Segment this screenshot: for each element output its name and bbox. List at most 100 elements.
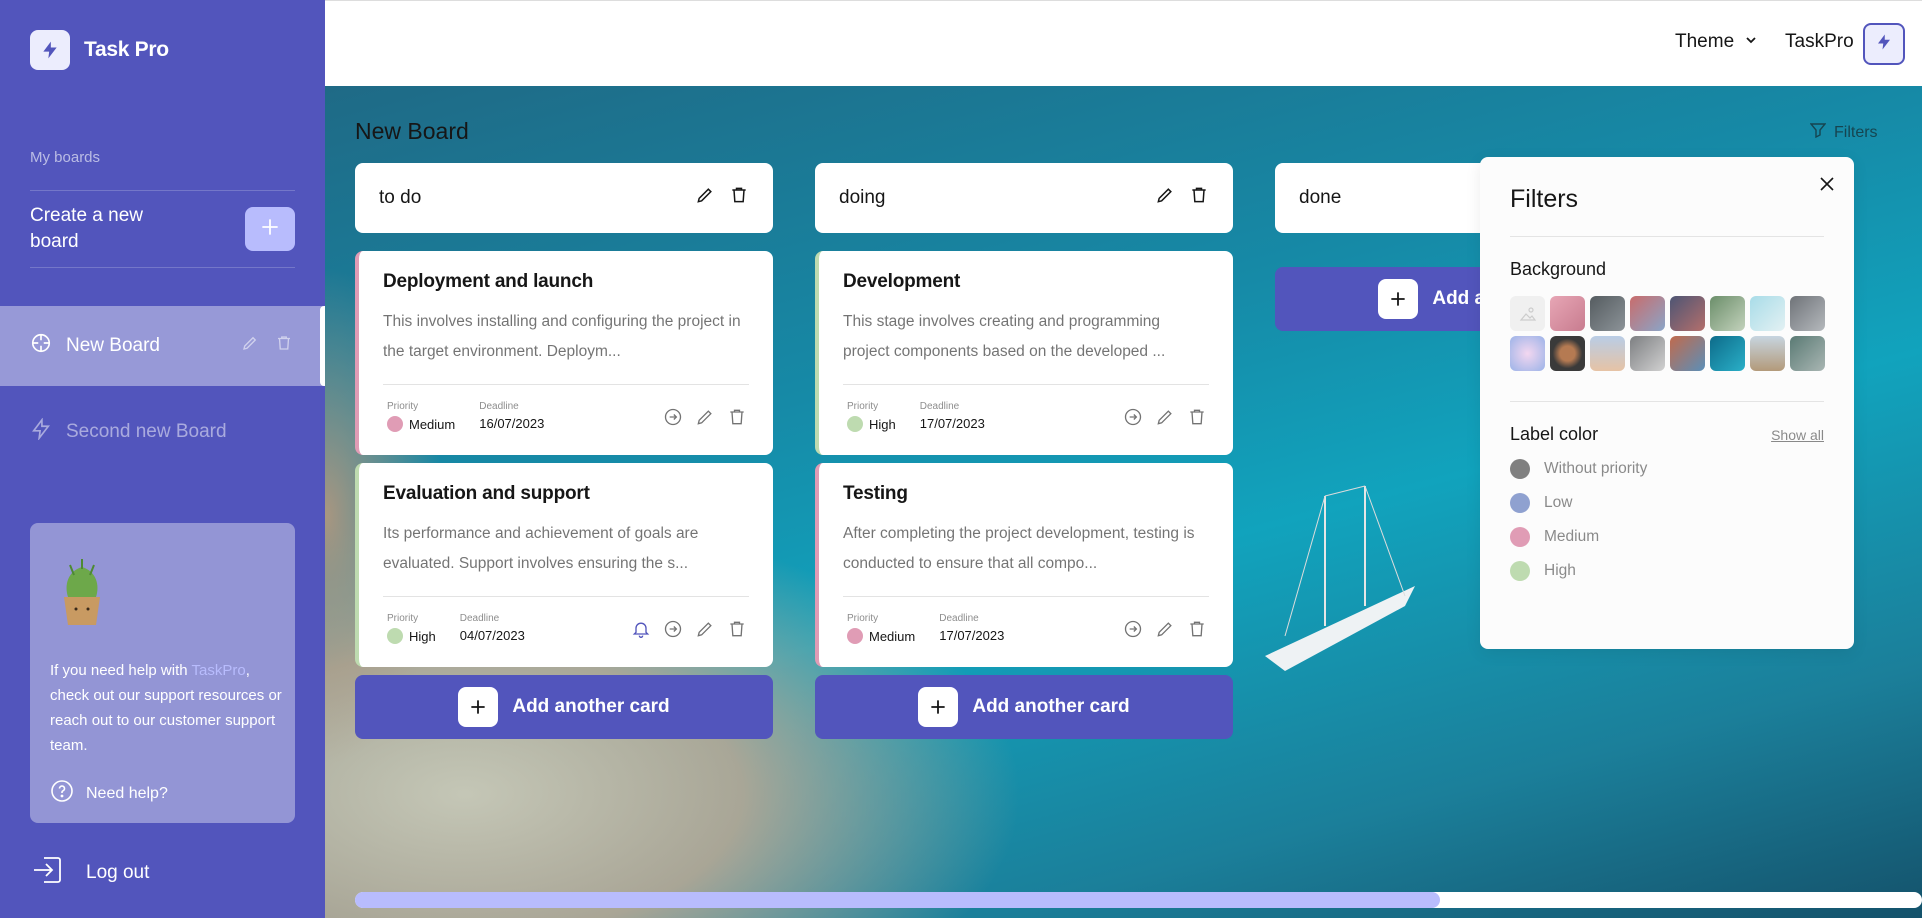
priority-dot — [387, 628, 403, 644]
background-option[interactable] — [1670, 296, 1705, 331]
filter-option-without-priority[interactable]: Without priority — [1510, 459, 1824, 479]
filter-option-label: Medium — [1544, 528, 1600, 545]
pencil-icon[interactable] — [1155, 407, 1175, 432]
user-name: TaskPro — [1785, 31, 1854, 52]
task-card[interactable]: Deployment and launch This involves inst… — [355, 251, 773, 455]
background-option[interactable] — [1550, 296, 1585, 331]
trash-icon[interactable] — [727, 619, 747, 644]
deadline-label: Deadline — [939, 613, 979, 624]
pencil-icon[interactable] — [695, 407, 715, 432]
show-all-link[interactable]: Show all — [1771, 427, 1824, 443]
filters-label: Filters — [1834, 123, 1878, 141]
card-divider — [383, 596, 749, 597]
create-board-button[interactable] — [245, 207, 295, 251]
deadline-value: 17/07/2023 — [939, 628, 1005, 643]
taskpro-link[interactable]: TaskPro — [192, 662, 246, 679]
bell-icon[interactable] — [631, 619, 651, 644]
deadline-label: Deadline — [459, 613, 500, 624]
plus-icon — [1378, 279, 1419, 319]
close-icon[interactable] — [1818, 175, 1836, 198]
pencil-icon[interactable] — [241, 334, 259, 358]
priority-dot — [387, 416, 403, 432]
need-help-button[interactable]: Need help? — [50, 779, 168, 808]
radio-dot — [1510, 527, 1530, 547]
deadline-value: 16/07/2023 — [479, 416, 545, 431]
add-card-button[interactable]: Add another card — [815, 675, 1233, 739]
background-option[interactable] — [1630, 336, 1665, 371]
pencil-icon[interactable] — [1155, 185, 1175, 211]
need-help-label: Need help? — [86, 784, 168, 802]
card-title: Evaluation and support — [383, 483, 590, 504]
filters-popup: Filters Background Label color Show all … — [1480, 157, 1854, 649]
background-option[interactable] — [1710, 336, 1745, 371]
plus-icon — [261, 218, 279, 241]
priority-label: Priority — [387, 613, 419, 624]
card-description: This stage involves creating and program… — [843, 313, 1166, 360]
divider — [1510, 236, 1824, 237]
label-color-heading: Label color — [1510, 424, 1599, 444]
move-icon[interactable] — [663, 407, 683, 432]
column-title: done — [1299, 187, 1342, 208]
sailboat-image — [1265, 485, 1415, 671]
background-option[interactable] — [1670, 336, 1705, 371]
task-card[interactable]: Evaluation and support Its performance a… — [355, 463, 773, 667]
sidebar-item-label: Second new Board — [66, 421, 227, 442]
deadline-label: Deadline — [479, 401, 519, 412]
background-option[interactable] — [1510, 336, 1545, 371]
user-avatar[interactable] — [1863, 23, 1905, 65]
trash-icon[interactable] — [1187, 407, 1207, 432]
trash-icon[interactable] — [1189, 185, 1209, 211]
task-card[interactable]: Testing After completing the project dev… — [815, 463, 1233, 667]
filter-option-high[interactable]: High — [1510, 561, 1824, 581]
trash-icon[interactable] — [729, 185, 749, 211]
priority-label: Priority — [847, 613, 879, 624]
filters-button[interactable]: Filters — [1809, 122, 1878, 143]
radio-dot — [1510, 493, 1530, 513]
card-divider — [383, 384, 749, 385]
column-doing: doing Development This stage involves cr… — [815, 163, 1233, 739]
filter-option-medium[interactable]: Medium — [1510, 527, 1824, 547]
background-option[interactable] — [1590, 296, 1625, 331]
sidebar-item-second-board[interactable]: Second new Board — [0, 392, 325, 472]
move-icon[interactable] — [663, 619, 683, 644]
radio-dot — [1510, 459, 1530, 479]
background-none-option[interactable] — [1510, 296, 1545, 331]
background-option[interactable] — [1550, 336, 1585, 371]
scrollbar-thumb[interactable] — [355, 892, 1440, 908]
help-box: If you need help with TaskPro, check out… — [30, 523, 295, 823]
card-title: Development — [843, 271, 961, 292]
app-logo[interactable]: Task Pro — [30, 30, 169, 70]
sidebar-item-new-board[interactable]: New Board — [0, 306, 325, 386]
trash-icon[interactable] — [727, 407, 747, 432]
task-card[interactable]: Development This stage involves creating… — [815, 251, 1233, 455]
background-option[interactable] — [1630, 296, 1665, 331]
pencil-icon[interactable] — [695, 185, 715, 211]
divider — [1510, 401, 1824, 402]
background-option[interactable] — [1590, 336, 1625, 371]
trash-icon[interactable] — [275, 334, 293, 358]
logout-icon — [30, 852, 66, 894]
priority-value: Medium — [869, 628, 916, 644]
background-option[interactable] — [1790, 296, 1825, 331]
priority-dot — [847, 628, 863, 644]
help-text-start: If you need help with — [50, 662, 192, 679]
plus-icon — [918, 687, 959, 727]
column-header: doing — [815, 163, 1233, 233]
move-icon[interactable] — [1123, 407, 1143, 432]
add-card-button[interactable]: Add another card — [355, 675, 773, 739]
lightning-icon — [1875, 33, 1893, 56]
background-option[interactable] — [1750, 336, 1785, 371]
background-option[interactable] — [1710, 296, 1745, 331]
filters-title: Filters — [1510, 185, 1579, 213]
logout-label: Log out — [86, 862, 150, 883]
logout-button[interactable]: Log out — [30, 852, 149, 894]
move-icon[interactable] — [1123, 619, 1143, 644]
filter-option-low[interactable]: Low — [1510, 493, 1824, 513]
pencil-icon[interactable] — [1155, 619, 1175, 644]
pencil-icon[interactable] — [695, 619, 715, 644]
background-option[interactable] — [1750, 296, 1785, 331]
background-option[interactable] — [1790, 336, 1825, 371]
theme-dropdown[interactable]: Theme — [1675, 31, 1758, 53]
trash-icon[interactable] — [1187, 619, 1207, 644]
deadline-value: 04/07/2023 — [459, 628, 525, 643]
